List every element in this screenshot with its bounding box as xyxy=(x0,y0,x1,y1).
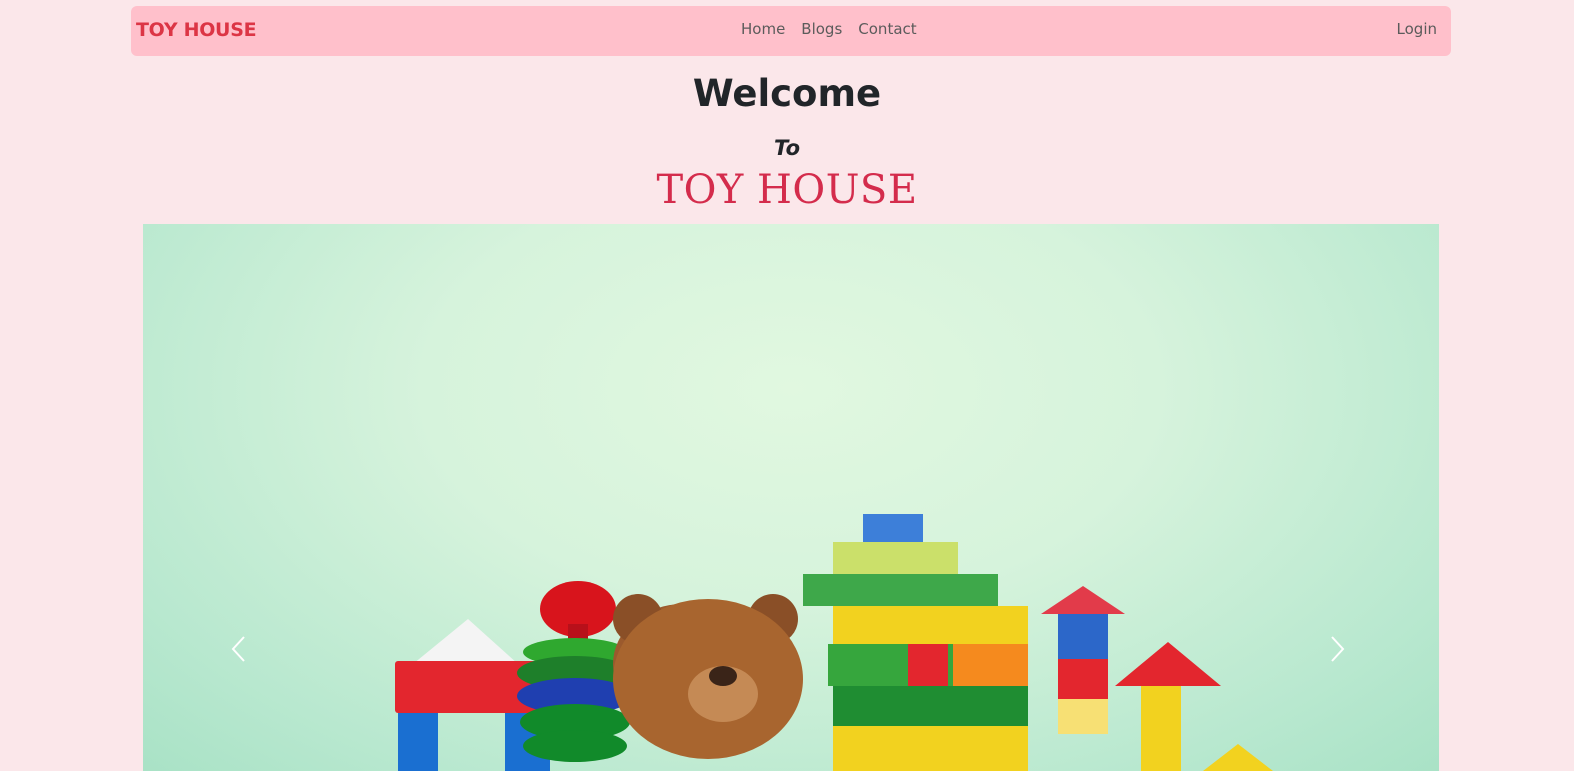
navbar: TOY HOUSE Home Blogs Contact Login xyxy=(131,6,1451,56)
carousel-next-button[interactable] xyxy=(1321,634,1351,664)
carousel-prev-button[interactable] xyxy=(225,634,255,664)
nav-link-blogs[interactable]: Blogs xyxy=(801,20,842,38)
to-subheading: To xyxy=(773,136,801,160)
chevron-left-icon xyxy=(231,636,245,662)
chevron-right-icon xyxy=(1331,636,1345,662)
nav-link-home[interactable]: Home xyxy=(741,20,785,38)
welcome-heading: Welcome xyxy=(692,72,882,115)
nav-links: Home Blogs Contact xyxy=(741,20,917,38)
nav-link-contact[interactable]: Contact xyxy=(858,20,916,38)
login-link[interactable]: Login xyxy=(1397,20,1437,38)
hero-carousel xyxy=(143,224,1439,771)
brand-logo[interactable]: TOY HOUSE xyxy=(136,19,257,41)
site-title: TOY HOUSE xyxy=(656,167,918,213)
toys-image xyxy=(395,514,1273,771)
